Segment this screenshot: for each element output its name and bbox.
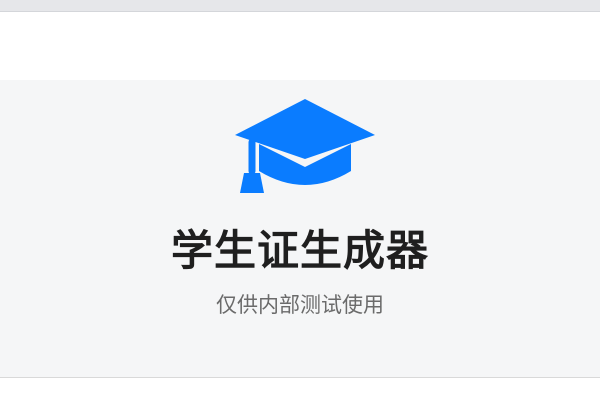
graduation-cap-icon xyxy=(235,99,375,193)
hero-banner: 学生证生成器 仅供内部测试使用 xyxy=(0,80,600,378)
browser-top-bar xyxy=(0,0,600,12)
page-top-blank xyxy=(0,12,600,80)
page-bottom-blank xyxy=(0,378,600,400)
page-title: 学生证生成器 xyxy=(170,226,429,275)
page-subtitle: 仅供内部测试使用 xyxy=(216,293,384,317)
